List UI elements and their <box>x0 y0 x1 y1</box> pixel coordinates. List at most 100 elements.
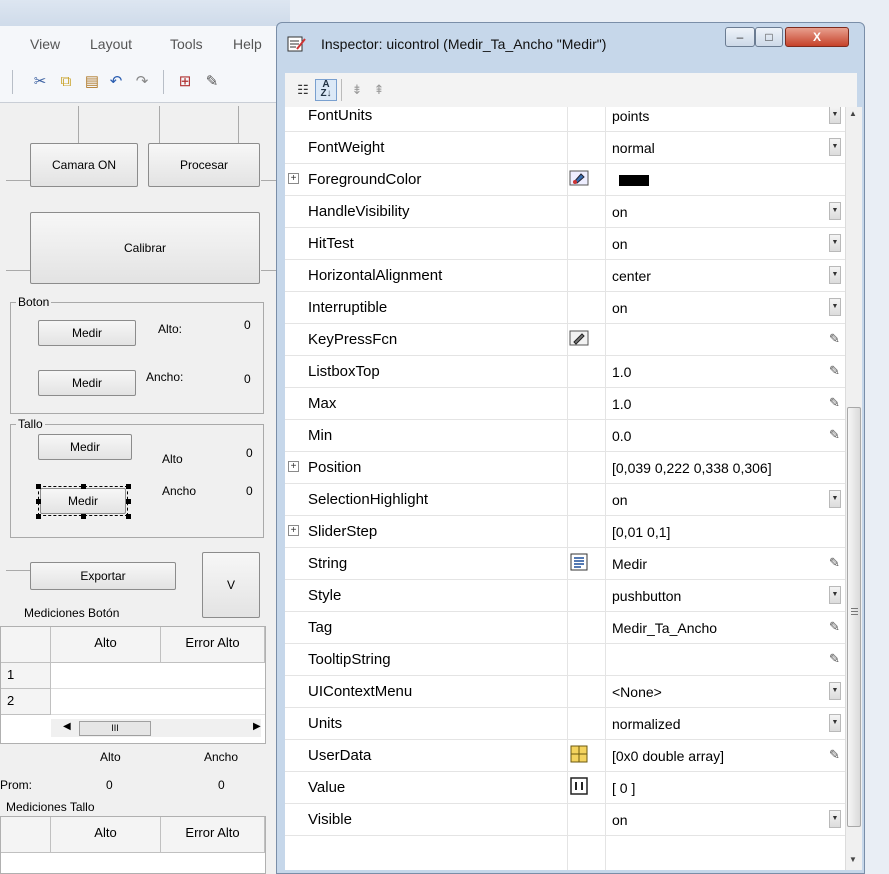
boton-medir-ancho-button[interactable]: Medir <box>38 370 136 396</box>
edit-pencil-icon[interactable]: ✎ <box>829 363 840 379</box>
exportar-button[interactable]: Exportar <box>30 562 176 590</box>
scroll-up-icon[interactable]: ▲ <box>849 109 857 118</box>
property-value[interactable]: Medir <box>612 556 647 572</box>
tallo-medir-alto-button[interactable]: Medir <box>38 434 132 460</box>
selection-handle[interactable] <box>36 499 41 504</box>
selection-handle[interactable] <box>126 484 131 489</box>
dropdown-arrow-icon[interactable]: ▼ <box>829 810 841 828</box>
property-value[interactable]: on <box>612 204 628 220</box>
property-value[interactable]: 1.0 <box>612 364 631 380</box>
property-row-min[interactable]: Min 0.0 ✎ <box>285 420 845 452</box>
property-row-listboxtop[interactable]: ListboxTop 1.0 ✎ <box>285 356 845 388</box>
dropdown-arrow-icon[interactable]: ▼ <box>829 714 841 732</box>
cut-icon[interactable]: ✂ <box>30 72 50 92</box>
dropdown-arrow-icon[interactable]: ▼ <box>829 107 841 124</box>
edit-pencil-icon[interactable]: ✎ <box>829 619 840 635</box>
edit-pencil-icon[interactable]: ✎ <box>829 331 840 347</box>
dropdown-arrow-icon[interactable]: ▼ <box>829 202 841 220</box>
expand-icon[interactable]: + <box>288 525 299 536</box>
color-swatch[interactable] <box>619 175 649 186</box>
expand-icon[interactable]: + <box>288 461 299 472</box>
menu-view[interactable]: View <box>30 36 60 52</box>
property-row-handlevisibility[interactable]: HandleVisibility on ▼ <box>285 196 845 228</box>
expand-all-icon[interactable]: ⇟ <box>347 80 367 100</box>
property-value[interactable]: [0x0 double array] <box>612 748 724 764</box>
table-header-error-alto[interactable]: Error Alto <box>161 817 265 853</box>
dropdown-arrow-icon[interactable]: ▼ <box>829 298 841 316</box>
dropdown-arrow-icon[interactable]: ▼ <box>829 266 841 284</box>
edit-pencil-icon[interactable]: ✎ <box>829 555 840 571</box>
property-value[interactable]: normalized <box>612 716 680 732</box>
property-row-units[interactable]: Units normalized ▼ <box>285 708 845 740</box>
property-value[interactable]: on <box>612 492 628 508</box>
dropdown-arrow-icon[interactable]: ▼ <box>829 138 841 156</box>
scroll-thumb[interactable] <box>847 407 861 827</box>
camara-on-button[interactable]: Camara ON <box>30 143 138 187</box>
property-row-hittest[interactable]: HitTest on ▼ <box>285 228 845 260</box>
property-row-interruptible[interactable]: Interruptible on ▼ <box>285 292 845 324</box>
close-button[interactable]: X <box>785 27 849 47</box>
property-value[interactable]: normal <box>612 140 655 156</box>
selection-handle[interactable] <box>36 514 41 519</box>
property-value[interactable]: Medir_Ta_Ancho <box>612 620 717 636</box>
dropdown-arrow-icon[interactable]: ▼ <box>829 682 841 700</box>
property-value[interactable]: 1.0 <box>612 396 631 412</box>
selection-handle[interactable] <box>126 514 131 519</box>
property-value[interactable]: [0,01 0,1] <box>612 524 670 540</box>
edit-pencil-icon[interactable]: ✎ <box>829 427 840 443</box>
dropdown-arrow-icon[interactable]: ▼ <box>829 490 841 508</box>
array-icon[interactable] <box>569 777 589 797</box>
edit-pencil-icon[interactable]: ✎ <box>829 651 840 667</box>
selection-handle[interactable] <box>81 484 86 489</box>
property-value[interactable]: center <box>612 268 651 284</box>
property-value[interactable]: on <box>612 812 628 828</box>
collapse-all-icon[interactable]: ⇞ <box>369 80 389 100</box>
property-row-horizontalalignment[interactable]: HorizontalAlignment center ▼ <box>285 260 845 292</box>
table-header-alto[interactable]: Alto <box>51 627 161 663</box>
property-row-position[interactable]: + Position [0,039 0,222 0,338 0,306] <box>285 452 845 484</box>
sort-az-icon[interactable]: A Z↓ <box>315 79 337 101</box>
scroll-down-icon[interactable]: ▼ <box>849 855 857 864</box>
table-header-error-alto[interactable]: Error Alto <box>161 627 265 663</box>
property-row-string[interactable]: String Medir ✎ <box>285 548 845 580</box>
property-row-fontunits[interactable]: FontUnits points ▼ <box>285 107 845 132</box>
property-row-tooltipstring[interactable]: TooltipString ✎ <box>285 644 845 676</box>
align-icon[interactable]: ⊞ <box>175 72 195 92</box>
property-row-tag[interactable]: Tag Medir_Ta_Ancho ✎ <box>285 612 845 644</box>
property-value[interactable]: on <box>612 236 628 252</box>
property-row-max[interactable]: Max 1.0 ✎ <box>285 388 845 420</box>
property-row-fontweight[interactable]: FontWeight normal ▼ <box>285 132 845 164</box>
property-value[interactable]: 0.0 <box>612 428 631 444</box>
procesar-button[interactable]: Procesar <box>148 143 260 187</box>
table-row[interactable] <box>51 663 265 689</box>
maximize-button[interactable]: □ <box>755 27 783 47</box>
minimize-button[interactable]: – <box>725 27 755 47</box>
property-row-foregroundcolor[interactable]: + ForegroundColor <box>285 164 845 196</box>
scroll-right-icon[interactable]: ▶ <box>253 721 261 732</box>
redo-icon[interactable]: ↷ <box>132 72 152 92</box>
undo-icon[interactable]: ↶ <box>106 72 126 92</box>
scroll-left-icon[interactable]: ◀ <box>63 721 71 732</box>
property-value[interactable]: <None> <box>612 684 662 700</box>
property-row-selectionhighlight[interactable]: SelectionHighlight on ▼ <box>285 484 845 516</box>
horizontal-scrollbar[interactable]: ◀ III ▶ <box>51 719 261 737</box>
boton-medir-alto-button[interactable]: Medir <box>38 320 136 346</box>
paste-icon[interactable]: ▤ <box>82 72 102 92</box>
callback-icon[interactable] <box>569 329 589 349</box>
edit-pencil-icon[interactable]: ✎ <box>829 395 840 411</box>
copy-icon[interactable]: ⧉ <box>56 72 76 92</box>
property-row-userdata[interactable]: UserData [0x0 double array] ✎ <box>285 740 845 772</box>
scroll-thumb[interactable]: III <box>79 721 151 736</box>
dropdown-arrow-icon[interactable]: ▼ <box>829 234 841 252</box>
categorized-icon[interactable]: ☷ <box>293 80 313 100</box>
dropdown-arrow-icon[interactable]: ▼ <box>829 586 841 604</box>
color-picker-icon[interactable] <box>569 169 589 189</box>
selection-handle[interactable] <box>81 514 86 519</box>
property-value[interactable]: on <box>612 300 628 316</box>
v-button[interactable]: V <box>202 552 260 618</box>
expand-icon[interactable]: + <box>288 173 299 184</box>
calibrar-button[interactable]: Calibrar <box>30 212 260 284</box>
property-row-visible[interactable]: Visible on ▼ <box>285 804 845 836</box>
table-row[interactable] <box>51 689 265 715</box>
menu-layout[interactable]: Layout <box>90 36 132 52</box>
